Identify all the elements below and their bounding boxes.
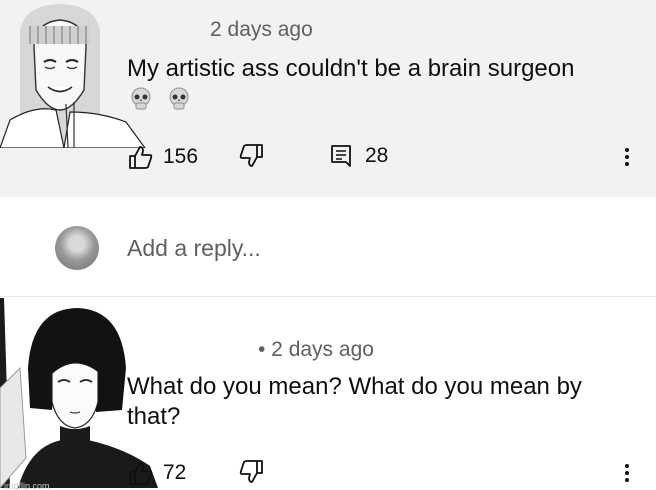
watermark: imgflip.com (4, 481, 50, 490)
comment-actions: 156 28 (127, 142, 637, 172)
top-comment: 2 days ago My artistic ass couldn't be a… (0, 0, 656, 197)
thumbs-up-icon (129, 146, 153, 169)
replies-button[interactable]: 28 (327, 142, 388, 170)
like-count: 72 (163, 461, 187, 484)
comment-icon (331, 145, 351, 167)
reply-input[interactable]: Add a reply... (127, 235, 261, 262)
more-vert-icon (625, 148, 629, 166)
comment-actions: 72 (127, 458, 637, 488)
like-count: 156 (163, 145, 199, 168)
more-options-button[interactable] (617, 458, 637, 488)
user-avatar[interactable] (55, 226, 99, 270)
thumbs-up-icon (129, 462, 153, 485)
emoji-row (128, 86, 192, 112)
thumbs-down-icon (239, 460, 263, 483)
skull-icon (169, 87, 189, 110)
more-vert-icon (625, 464, 629, 482)
reply-box: Add a reply... (0, 197, 656, 297)
reply-count: 28 (365, 144, 389, 167)
like-button[interactable]: 72 (127, 459, 186, 487)
skull-icon (131, 87, 151, 110)
comment-timestamp: 2 days ago (210, 18, 313, 41)
dislike-button[interactable] (237, 458, 265, 486)
more-options-button[interactable] (617, 142, 637, 172)
like-button[interactable]: 156 (127, 143, 198, 171)
comment-timestamp: • 2 days ago (258, 338, 374, 361)
comment-text: My artistic ass couldn't be a brain surg… (127, 55, 575, 82)
comment-text: What do you mean? What do you mean by th… (127, 373, 582, 430)
dislike-button[interactable] (237, 142, 265, 170)
thumbs-down-icon (239, 144, 263, 167)
